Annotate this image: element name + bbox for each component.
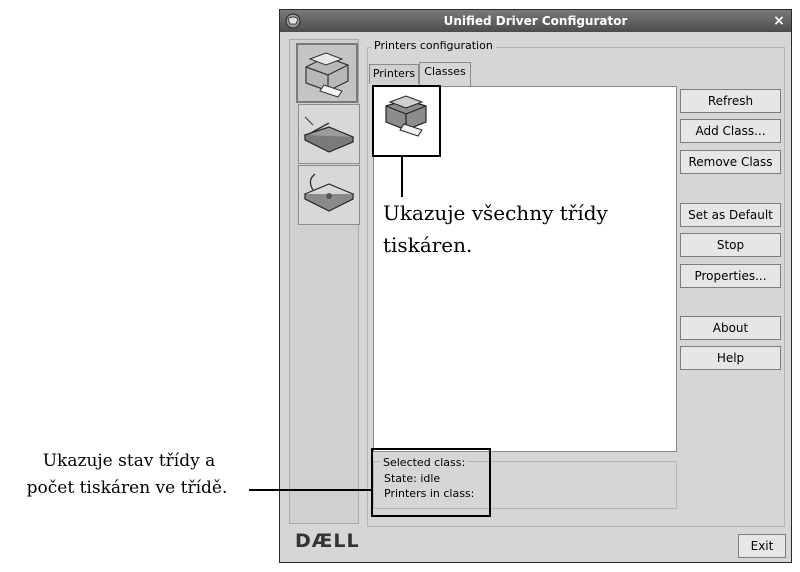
properties-button[interactable]: Properties... <box>680 264 781 288</box>
close-button[interactable]: × <box>770 12 788 30</box>
stop-button[interactable]: Stop <box>680 233 781 257</box>
sidebar-item-ports[interactable] <box>298 165 360 225</box>
printer-icon <box>305 52 349 98</box>
exit-button[interactable]: Exit <box>738 534 786 558</box>
app-icon[interactable] <box>284 12 302 30</box>
status-callout-box <box>371 448 491 517</box>
sidebar-item-scanners[interactable] <box>298 104 360 164</box>
classes-note-line2: tiskáren. <box>383 233 473 257</box>
classes-note-line1: Ukazuje všechny třídy <box>383 201 608 225</box>
classes-list-callout-box <box>372 85 441 157</box>
scanner-icon <box>303 116 355 153</box>
tab-printers[interactable]: Printers <box>369 64 419 84</box>
remove-class-button[interactable]: Remove Class <box>680 150 781 174</box>
set-as-default-button[interactable]: Set as Default <box>680 203 781 227</box>
status-note-line2: počet tiskáren ve třídě. <box>26 478 228 498</box>
add-class-button[interactable]: Add Class... <box>680 119 781 143</box>
group-title: Printers configuration <box>371 39 496 52</box>
dell-logo: DÆLL <box>295 530 360 552</box>
callout-line-vertical <box>401 157 403 197</box>
refresh-button[interactable]: Refresh <box>680 89 781 113</box>
status-note-line1: Ukazuje stav třídy a <box>42 451 216 471</box>
callout-line-horizontal <box>249 489 371 491</box>
tab-classes[interactable]: Classes <box>419 62 471 86</box>
about-button[interactable]: About <box>680 316 781 340</box>
help-button[interactable]: Help <box>680 346 781 370</box>
sidebar-item-printers[interactable] <box>296 43 358 103</box>
window-title: Unified Driver Configurator <box>443 14 628 28</box>
port-icon <box>303 173 355 212</box>
